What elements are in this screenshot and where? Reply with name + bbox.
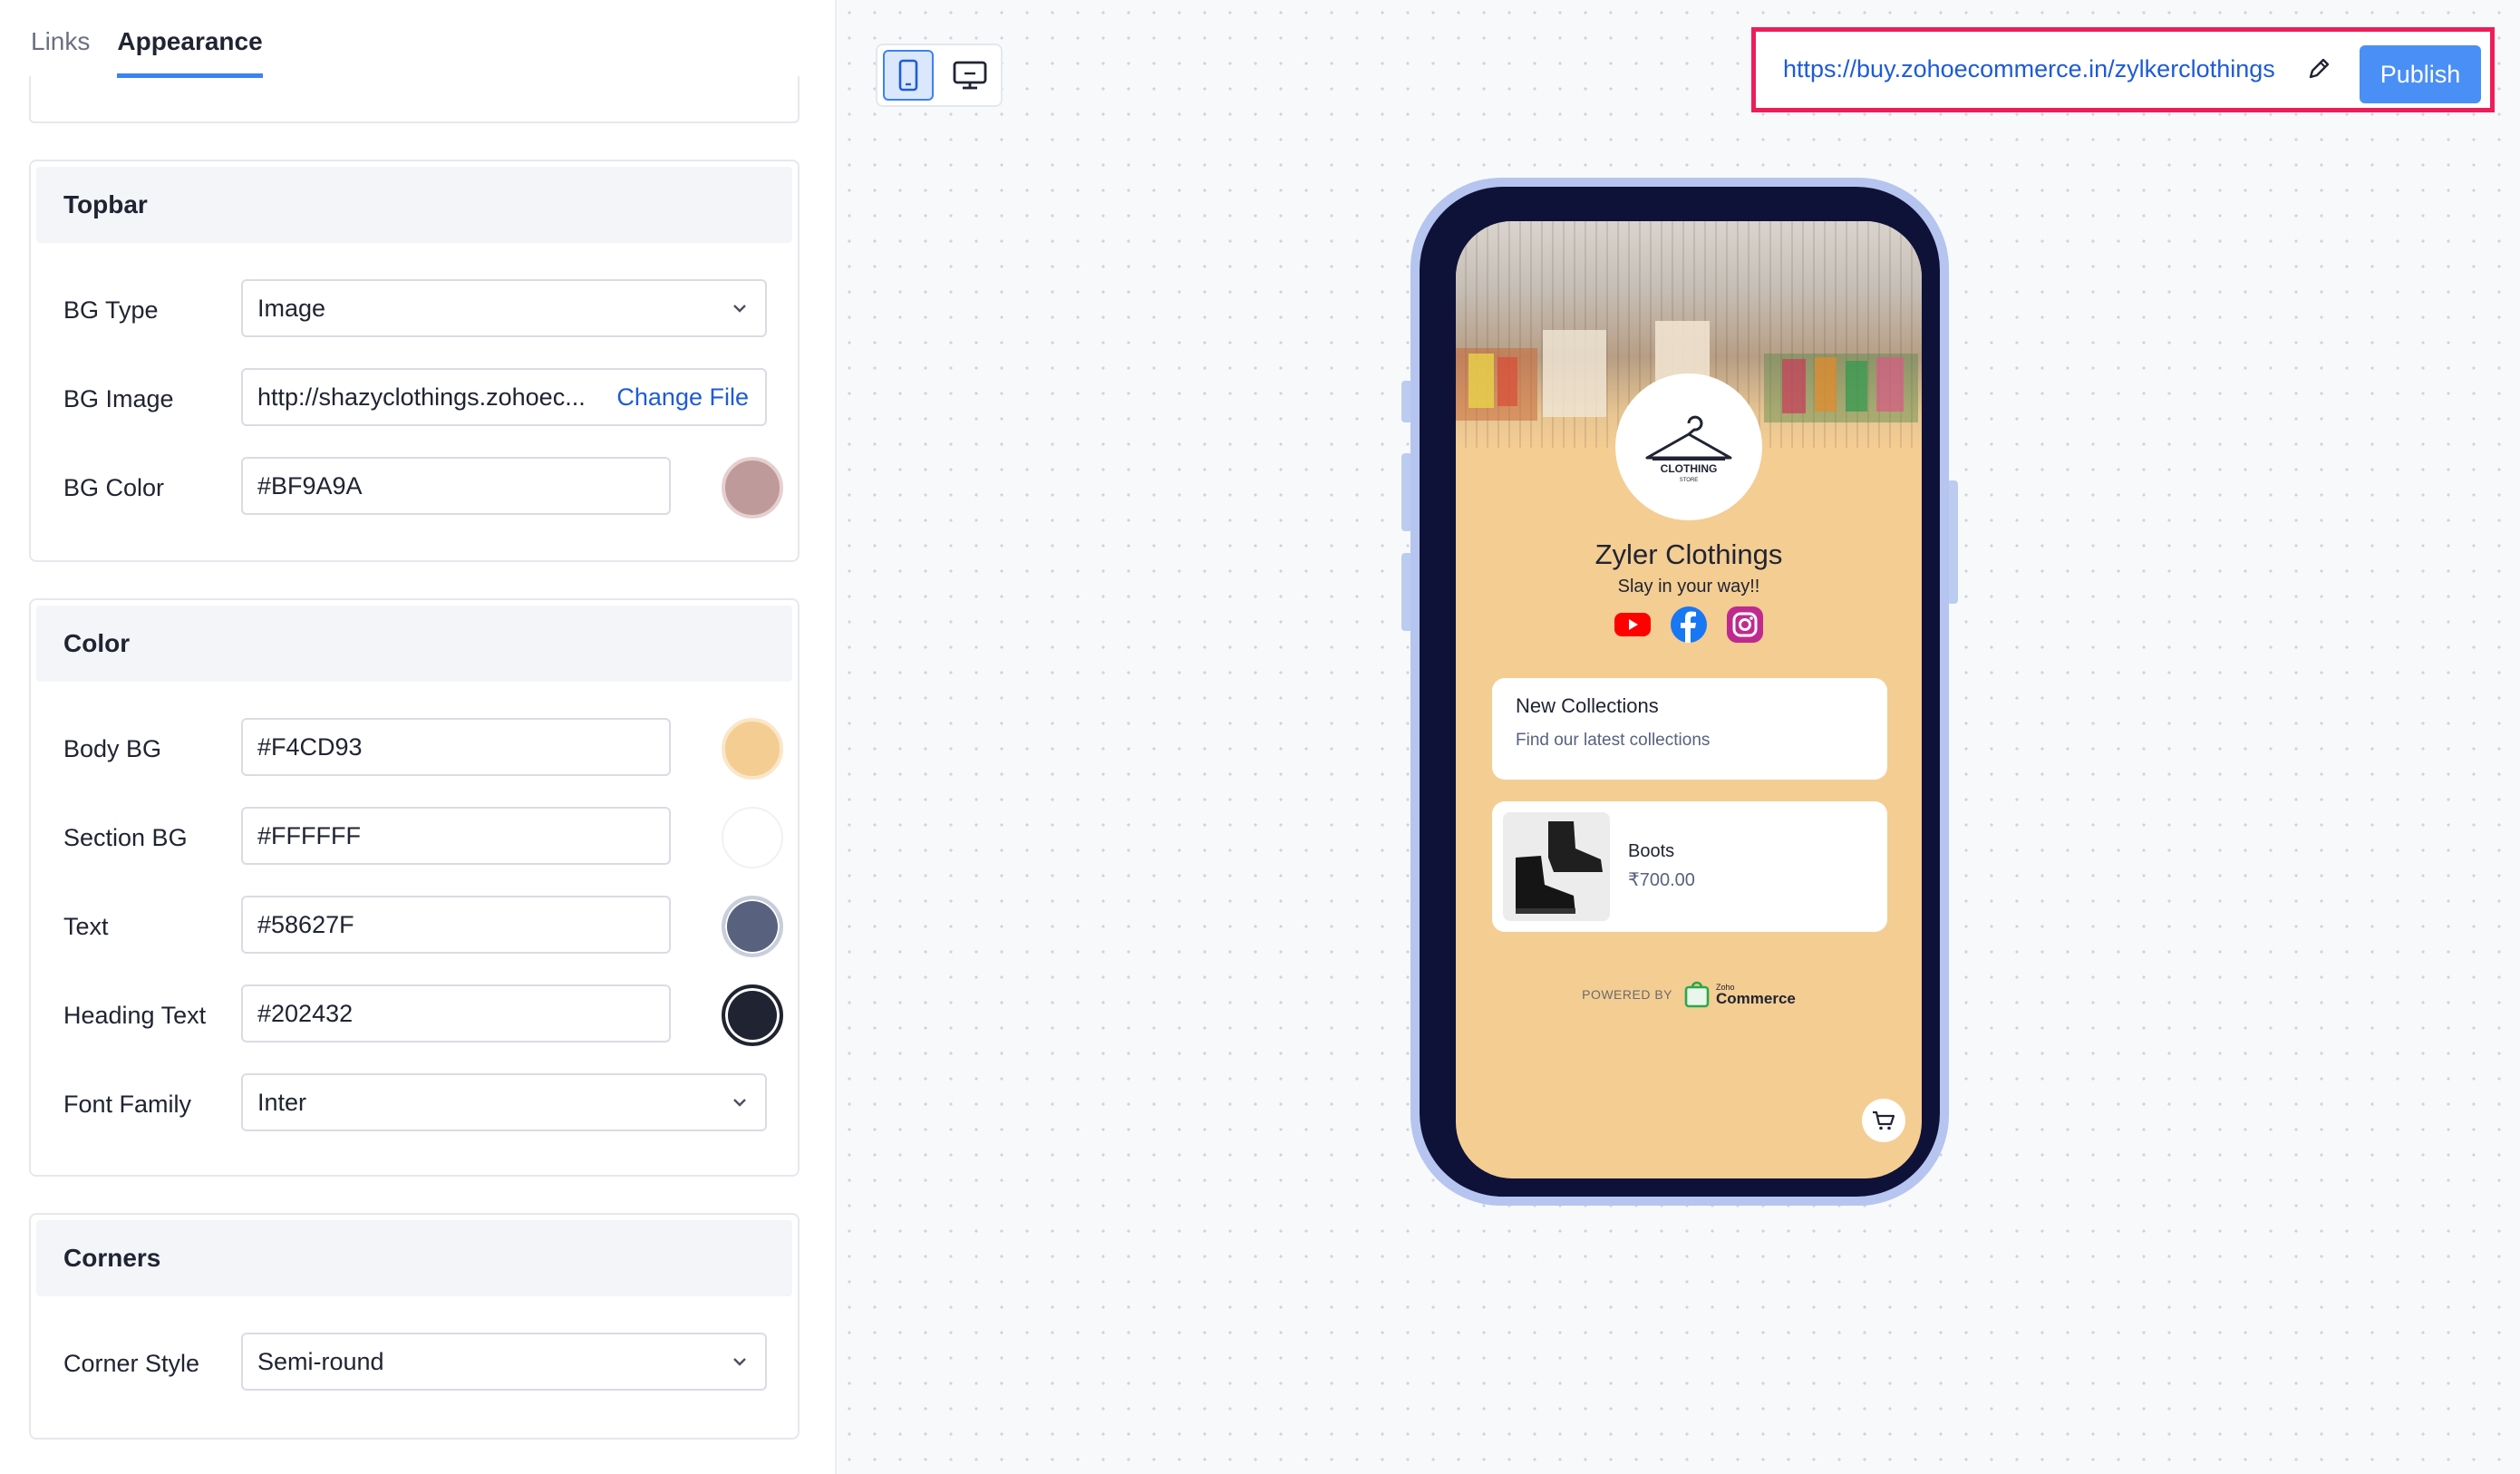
desktop-icon [953,61,987,90]
phone-frame: CLOTHING STORE Zyler Clothings Slay in y… [1410,178,1949,1206]
collection-title: New Collections [1516,694,1659,717]
mobile-view-button[interactable] [883,50,934,101]
facebook-link[interactable] [1670,606,1708,644]
font-family-row: Font Family Inter [63,1073,767,1135]
tab-appearance[interactable]: Appearance [117,27,263,78]
body-bg-row: Body BG #F4CD93 [63,718,783,780]
corners-card-title: Corners [36,1220,792,1296]
previous-card-bottom [29,76,800,123]
product-card[interactable]: Boots ₹700.00 [1492,801,1887,932]
section-bg-input[interactable]: #FFFFFF [241,807,671,865]
topbar-card: Topbar BG Type Image BG Image http://sha… [29,160,800,562]
cart-button[interactable] [1862,1099,1905,1142]
body-bg-value: #F4CD93 [257,732,363,761]
shopping-bag-icon [1684,981,1710,1008]
bg-type-row: BG Type Image [63,279,767,341]
chevron-down-icon [733,305,746,313]
zoho-commerce-logo: Zoho Commerce [1683,981,1796,1008]
bg-color-row: BG Color #BF9A9A [63,457,783,519]
bg-color-input[interactable]: #BF9A9A [241,457,671,515]
settings-tabs: Links Appearance [31,27,263,78]
change-file-button[interactable]: Change File [616,383,749,412]
bg-type-value: Image [257,294,326,322]
powered-by: POWERED BY Zoho Commerce [1456,981,1922,1008]
collection-card[interactable]: New Collections Find our latest collecti… [1492,678,1887,780]
bg-color-label: BG Color [63,474,165,501]
bg-type-select[interactable]: Image [241,279,767,337]
text-color-input[interactable]: #58627F [241,896,671,954]
topbar-card-title: Topbar [36,167,792,243]
color-card-title: Color [36,606,792,682]
settings-panel: Links Appearance Topbar BG Type Image BG… [0,0,837,1474]
collection-description: Find our latest collections [1516,731,1711,750]
corner-style-value: Semi-round [257,1347,384,1375]
section-bg-row: Section BG #FFFFFF [63,807,783,868]
chevron-down-icon [733,1099,746,1107]
color-card: Color Body BG #F4CD93 Section BG #FFFFFF… [29,598,800,1177]
body-bg-swatch[interactable] [722,718,783,780]
body-bg-input[interactable]: #F4CD93 [241,718,671,776]
corner-style-row: Corner Style Semi-round [63,1333,767,1394]
heading-text-input[interactable]: #202432 [241,984,671,1042]
phone-screen: CLOTHING STORE Zyler Clothings Slay in y… [1456,221,1922,1178]
corner-style-label: Corner Style [63,1350,200,1377]
font-family-value: Inter [257,1088,307,1116]
text-color-value: #58627F [257,910,354,938]
corner-style-select[interactable]: Semi-round [241,1333,767,1391]
mobile-icon [898,59,918,92]
store-url-link[interactable]: https://buy.zohoecommerce.in/zylkercloth… [1783,55,2275,83]
instagram-link[interactable] [1726,606,1764,644]
product-name: Boots [1628,841,1675,861]
hanger-icon: CLOTHING STORE [1645,415,1732,483]
corners-card: Corners Corner Style Semi-round [29,1213,800,1440]
view-mode-toggle [876,44,1003,107]
font-family-select[interactable]: Inter [241,1073,767,1131]
bg-image-value: http://shazyclothings.zohoec... [257,383,586,411]
heading-text-swatch[interactable] [722,984,783,1046]
store-tagline: Slay in your way!! [1617,577,1760,596]
boots-image [1503,812,1610,921]
section-bg-label: Section BG [63,824,188,851]
desktop-view-button[interactable] [945,50,995,101]
bg-image-field: http://shazyclothings.zohoec... Change F… [241,368,767,426]
edit-url-icon[interactable] [2305,55,2332,82]
cart-icon [1873,1110,1895,1130]
youtube-link[interactable] [1614,606,1652,644]
instagram-icon [1727,606,1763,643]
font-family-label: Font Family [63,1091,192,1118]
chevron-down-icon [733,1358,746,1366]
publish-bar: https://buy.zohoecommerce.in/zylkercloth… [1751,27,2495,112]
logo-subtext: STORE [1680,478,1699,483]
section-bg-value: #FFFFFF [257,821,361,849]
heading-text-label: Heading Text [63,1002,207,1029]
social-links [1614,606,1764,644]
text-color-swatch[interactable] [722,896,783,957]
publish-button[interactable]: Publish [2360,45,2481,103]
phone-bezel: CLOTHING STORE Zyler Clothings Slay in y… [1420,187,1940,1197]
powered-by-text: POWERED BY [1582,987,1673,1002]
text-color-label: Text [63,913,109,940]
facebook-icon [1671,606,1707,643]
bg-type-label: BG Type [63,296,159,324]
product-price: ₹700.00 [1628,870,1695,890]
tab-links[interactable]: Links [31,27,90,78]
logo-text: CLOTHING [1661,462,1718,475]
bg-image-label: BG Image [63,385,174,412]
section-bg-swatch[interactable] [722,807,783,868]
text-color-row: Text #58627F [63,896,783,957]
youtube-icon [1614,613,1651,636]
bg-color-value: #BF9A9A [257,471,363,499]
heading-text-row: Heading Text #202432 [63,984,783,1046]
product-image [1503,812,1610,921]
heading-text-value: #202432 [257,999,354,1027]
store-logo: CLOTHING STORE [1615,373,1762,520]
bg-color-swatch[interactable] [722,457,783,519]
commerce-word: Commerce [1716,989,1796,1007]
store-name: Zyler Clothings [1594,538,1783,570]
bg-image-row: BG Image http://shazyclothings.zohoec...… [63,368,767,430]
body-bg-label: Body BG [63,735,162,762]
